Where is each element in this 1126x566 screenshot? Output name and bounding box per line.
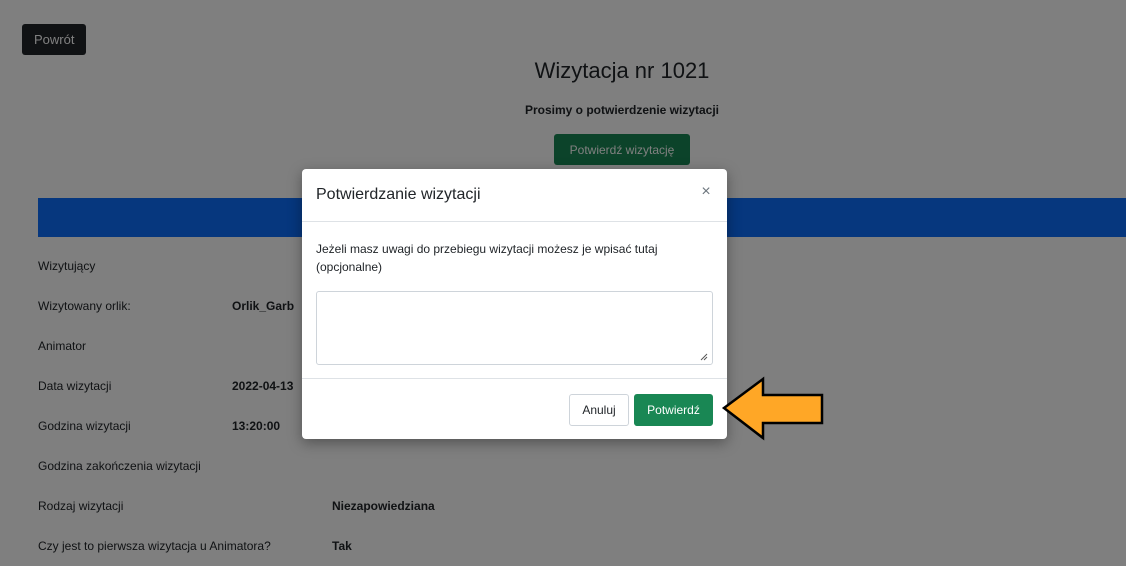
confirm-button[interactable]: Potwierdź bbox=[634, 394, 713, 426]
cancel-button[interactable]: Anuluj bbox=[569, 394, 629, 426]
close-icon[interactable]: × bbox=[698, 184, 714, 200]
arrow-left-icon bbox=[721, 376, 824, 441]
modal-header: Potwierdzanie wizytacji × bbox=[302, 169, 727, 222]
modal-footer: Anuluj Potwierdź bbox=[302, 378, 727, 439]
modal-instructions: Jeżeli masz uwagi do przebiegu wizytacji… bbox=[316, 242, 658, 274]
modal-title: Potwierdzanie wizytacji bbox=[316, 186, 481, 203]
remarks-field[interactable] bbox=[316, 291, 713, 365]
resize-grip-icon[interactable] bbox=[700, 353, 708, 361]
confirm-visit-modal: Potwierdzanie wizytacji × Jeżeli masz uw… bbox=[302, 169, 727, 439]
